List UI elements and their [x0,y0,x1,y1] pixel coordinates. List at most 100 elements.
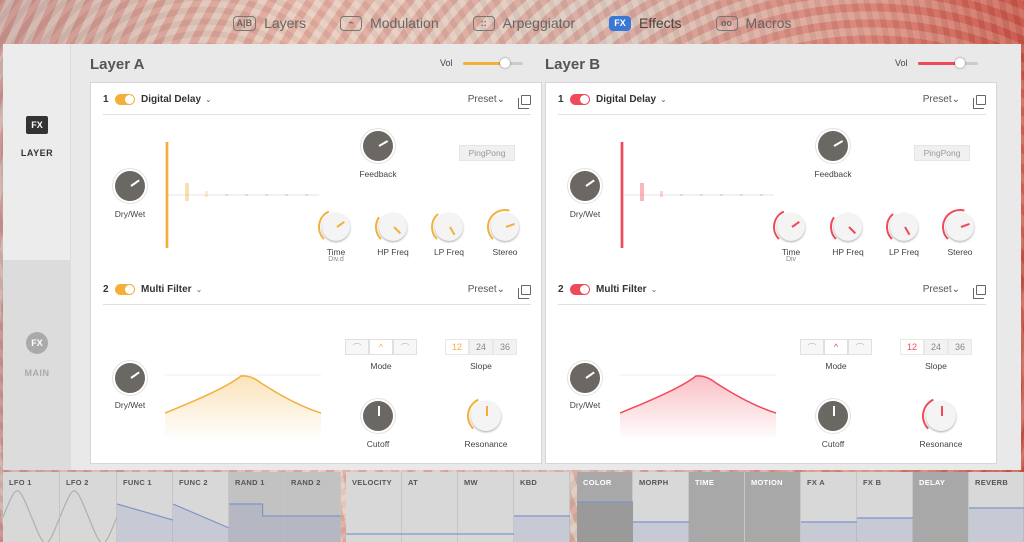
delay-pingpong-button[interactable]: PingPong [459,145,515,161]
multi-filter-name[interactable]: Multi Filter [141,284,192,295]
mod-source-kbd[interactable]: KBD [514,472,570,542]
delay-dry-wet-knob[interactable] [115,171,145,201]
delay-tap-7 [305,194,308,196]
multi-filter-chevron-down-icon[interactable]: ⌄ [651,285,658,294]
multi-filter-chevron-down-icon[interactable]: ⌄ [196,285,203,294]
mod-source-delay[interactable]: DELAY [913,472,969,542]
filter-slope-label: Slope [470,361,492,371]
top-nav: A|B Layers ~ Modulation :: Arpeggiator F… [0,0,1024,46]
delay-lp-knob[interactable] [431,213,463,241]
tab-arpeggiator[interactable]: :: Arpeggiator [472,15,575,31]
delay-stereo-knob[interactable] [487,209,519,241]
layer-a-vol-label: Vol [440,58,453,68]
mod-source-time-label: TIME [695,478,715,487]
multi-filter-toggle[interactable] [115,284,135,295]
mod-source-lfo-1[interactable]: LFO 1 [3,472,60,542]
mod-source-fx-a[interactable]: FX A [801,472,857,542]
multi-filter-copy-icon[interactable] [973,284,986,299]
filter-slope-36-button[interactable]: 36 [493,339,517,355]
mod-source-time[interactable]: TIME [689,472,745,542]
mod-source-velocity[interactable]: VELOCITY [346,472,402,542]
tab-layers[interactable]: A|B Layers [232,15,306,31]
digital-delay-preset-menu[interactable]: Preset⌄ [923,94,960,105]
multi-filter-copy-icon[interactable] [518,284,531,299]
delay-time-knob[interactable] [773,210,805,241]
layer-b-vol-label: Vol [895,58,908,68]
digital-delay-name[interactable]: Digital Delay [141,94,201,105]
mod-source-func-1[interactable]: FUNC 1 [117,472,173,542]
filter-resonance-knob[interactable] [922,398,956,431]
layer-a-vol-slider[interactable] [462,57,523,68]
filter-cutoff-knob[interactable] [818,401,848,431]
delay-lp-label: LP Freq [433,247,465,257]
filter-mode-lowpass-button[interactable]: ⌒ [800,339,824,355]
mod-source-lfo-2-curve [60,490,117,542]
tab-macros[interactable]: oo Macros [715,15,791,31]
mod-source-at[interactable]: AT [402,472,458,542]
delay-stereo-knob[interactable] [942,209,974,241]
mod-source-func-2[interactable]: FUNC 2 [173,472,229,542]
filter-cutoff-knob[interactable] [363,401,393,431]
filter-slope-36-button[interactable]: 36 [948,339,972,355]
digital-delay-preset-menu[interactable]: Preset⌄ [468,94,505,105]
mod-source-morph[interactable]: MORPH [633,472,689,542]
mod-source-kbd-fill [514,516,570,542]
tab-modulation[interactable]: ~ Modulation [340,15,439,31]
filter-slope-24-button[interactable]: 24 [924,339,948,355]
multi-filter-toggle[interactable] [570,284,590,295]
filter-mode-highpass-button[interactable]: ⌒ [848,339,872,355]
filter-resonance-knob[interactable] [467,398,501,431]
digital-delay-chevron-down-icon[interactable]: ⌄ [205,95,212,104]
filter-mode-bandpass-button[interactable]: ^ [369,339,393,355]
mod-source-rand-2[interactable]: RAND 2 [285,472,341,542]
mod-source-reverb[interactable]: REVERB [969,472,1024,542]
filter-mode-bandpass-button[interactable]: ^ [824,339,848,355]
macros-icon: oo [715,15,738,31]
filter-dry-wet-knob[interactable] [570,363,600,393]
filter-mode-lowpass-button[interactable]: ⌒ [345,339,369,355]
delay-hp-knob[interactable] [375,213,407,241]
main-fx-selector[interactable]: FX MAIN [3,260,71,470]
delay-dry-wet-knob[interactable] [570,171,600,201]
multi-filter-preset-menu[interactable]: Preset⌄ [468,284,505,295]
digital-delay-toggle[interactable] [115,94,135,105]
delay-pingpong-button[interactable]: PingPong [914,145,970,161]
delay-time-division[interactable]: Div.d [328,256,343,263]
layer-fx-selector[interactable]: FX LAYER [3,44,71,260]
delay-feedback-knob[interactable] [363,131,393,161]
delay-stereo-knob-arc [942,209,965,240]
mod-source-mw[interactable]: MW [458,472,514,542]
delay-lp-knob[interactable] [886,213,918,241]
filter-dry-wet-knob[interactable] [115,363,145,393]
layer-a-vol-thumb[interactable] [499,57,510,68]
filter-mode-highpass-button[interactable]: ⌒ [393,339,417,355]
layer-b-vol-thumb[interactable] [954,57,965,68]
digital-delay-copy-icon[interactable] [973,94,986,109]
layer-b-vol-slider[interactable] [917,57,978,68]
digital-delay-chevron-down-icon[interactable]: ⌄ [660,95,667,104]
delay-time-knob[interactable] [318,210,350,241]
filter-slope-24-button[interactable]: 24 [469,339,493,355]
tab-effects[interactable]: FX Effects [609,15,682,31]
digital-delay-copy-icon[interactable] [518,94,531,109]
mod-source-color[interactable]: COLOR [577,472,633,542]
delay-hp-knob[interactable] [830,213,862,241]
multi-filter-preset-menu[interactable]: Preset⌄ [923,284,960,295]
digital-delay-name[interactable]: Digital Delay [596,94,656,105]
filter-slope-12-button[interactable]: 12 [900,339,924,355]
filter-slope-12-button[interactable]: 12 [445,339,469,355]
mod-source-lfo-2[interactable]: LFO 2 [60,472,117,542]
mod-source-rand-2-fill [285,516,341,542]
filter-slope-buttons: 12 24 36 [445,339,517,355]
multi-filter-name[interactable]: Multi Filter [596,284,647,295]
delay-lp-label: LP Freq [888,247,920,257]
delay-feedback-knob[interactable] [818,131,848,161]
mod-source-delay-label: DELAY [919,478,946,487]
mod-source-rand-1[interactable]: RAND 1 [229,472,285,542]
mod-source-fx-b[interactable]: FX B [857,472,913,542]
filter-mode-label: Mode [825,361,847,371]
delay-time-division[interactable]: Div [786,256,796,263]
mod-source-motion[interactable]: MOTION [745,472,801,542]
digital-delay-toggle[interactable] [570,94,590,105]
mod-source-at-fill [402,534,458,542]
